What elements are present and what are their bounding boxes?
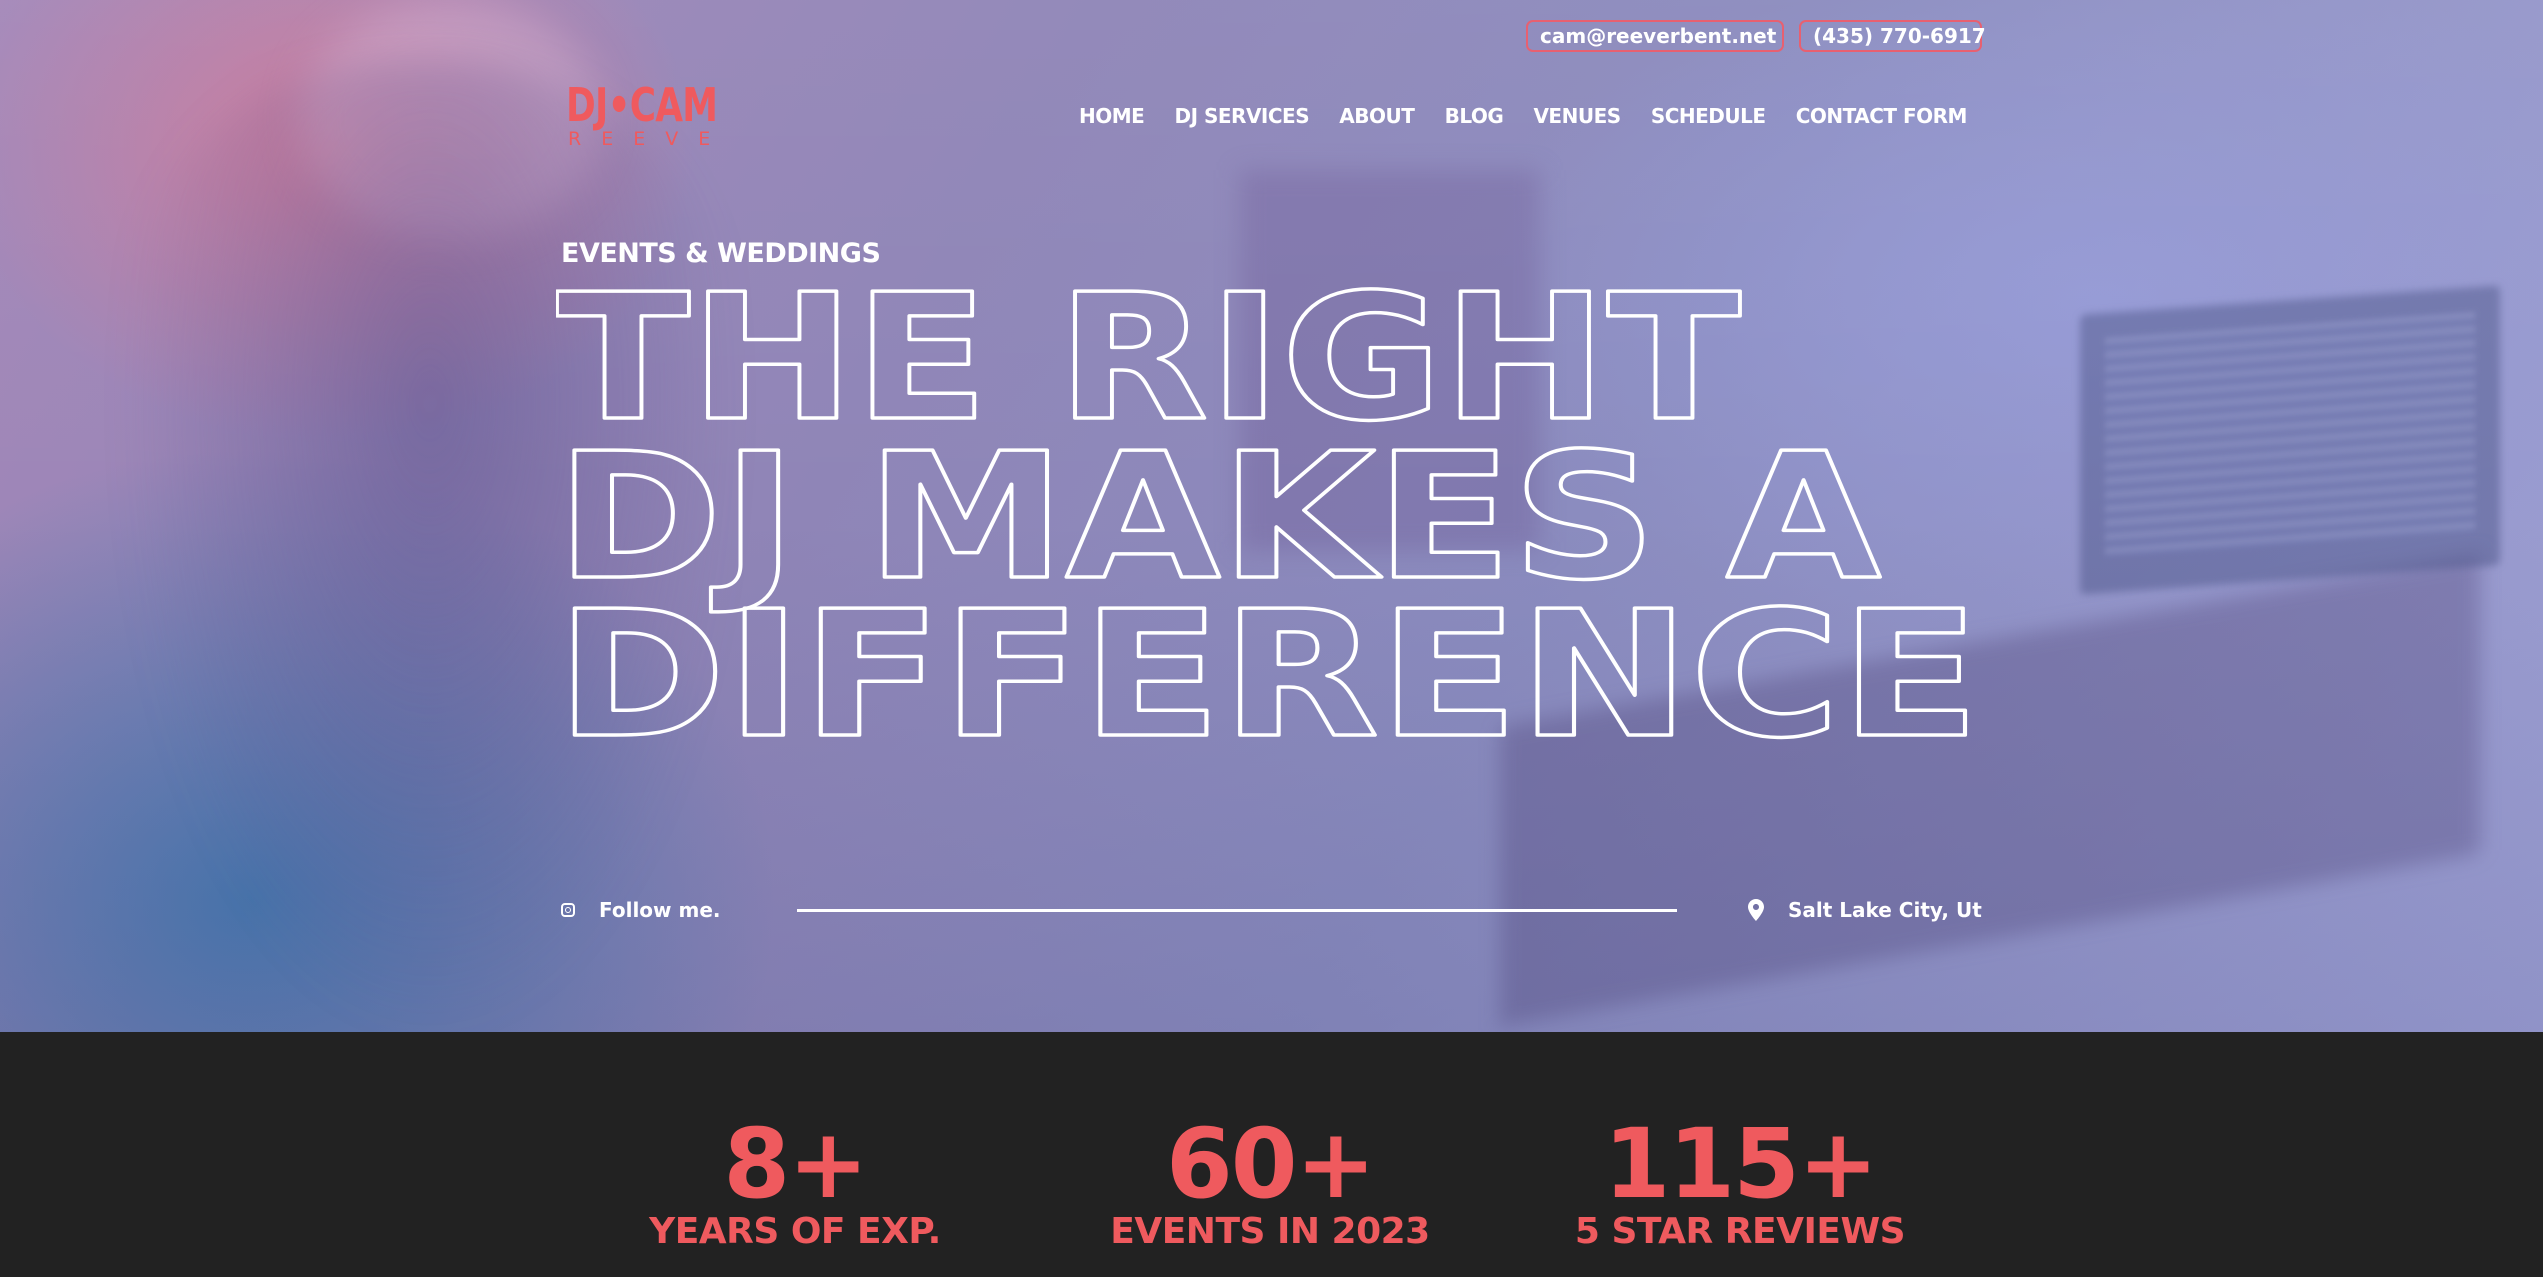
stat-value: 60+	[1165, 1108, 1376, 1220]
stat-label: 5 STAR REVIEWS	[1574, 1211, 1906, 1252]
nav-item-home[interactable]: HOME	[1079, 103, 1145, 129]
hero-section: cam@reeverbent.net (435) 770-6917 DJ•CAM…	[0, 0, 2543, 1032]
site-logo[interactable]: DJ•CAM REEVE	[566, 80, 726, 152]
headline-line-3: DIFFERENCE	[556, 574, 1980, 768]
stat-events: 60+ EVENTS IN 2023	[1100, 1116, 1440, 1252]
stat-value: 115+	[1603, 1108, 1879, 1220]
hero-divider	[797, 909, 1677, 912]
logo-main-text: DJ•CAM	[566, 78, 718, 132]
stat-value: 8+	[723, 1108, 868, 1220]
location: Salt Lake City, Ut	[1748, 896, 1982, 924]
stats-band: 8+ YEARS OF EXP. 60+ EVENTS IN 2023 115+…	[0, 1032, 2543, 1277]
nav-item-venues[interactable]: VENUES	[1533, 103, 1621, 129]
email-link[interactable]: cam@reeverbent.net	[1526, 20, 1784, 52]
nav-item-contact-form[interactable]: CONTACT FORM	[1796, 103, 1968, 129]
hero-headline-svg: THE RIGHT DJ MAKES A DIFFERENCE	[556, 268, 1982, 768]
hero-eyebrow: EVENTS & WEDDINGS	[561, 238, 881, 269]
location-label: Salt Lake City, Ut	[1788, 898, 1982, 922]
logo-sub-text: REEVE	[568, 128, 731, 150]
main-nav: HOME DJ SERVICES ABOUT BLOG VENUES SCHED…	[1079, 103, 1967, 129]
hero-headline: THE RIGHT DJ MAKES A DIFFERENCE	[556, 268, 1996, 768]
map-pin-icon	[1748, 899, 1764, 921]
nav-item-blog[interactable]: BLOG	[1445, 103, 1504, 129]
page: cam@reeverbent.net (435) 770-6917 DJ•CAM…	[0, 0, 2543, 1277]
nav-item-dj-services[interactable]: DJ SERVICES	[1174, 103, 1309, 129]
follow-link[interactable]: Follow me.	[561, 896, 720, 924]
stat-years: 8+ YEARS OF EXP.	[640, 1116, 950, 1252]
phone-link[interactable]: (435) 770-6917	[1799, 20, 1986, 52]
follow-label: Follow me.	[599, 898, 721, 922]
stat-label: YEARS OF EXP.	[649, 1211, 941, 1252]
stat-label: EVENTS IN 2023	[1110, 1211, 1430, 1252]
nav-item-about[interactable]: ABOUT	[1339, 103, 1415, 129]
stat-reviews: 115+ 5 STAR REVIEWS	[1565, 1116, 1915, 1252]
instagram-icon	[561, 903, 575, 917]
nav-item-schedule[interactable]: SCHEDULE	[1651, 103, 1766, 129]
